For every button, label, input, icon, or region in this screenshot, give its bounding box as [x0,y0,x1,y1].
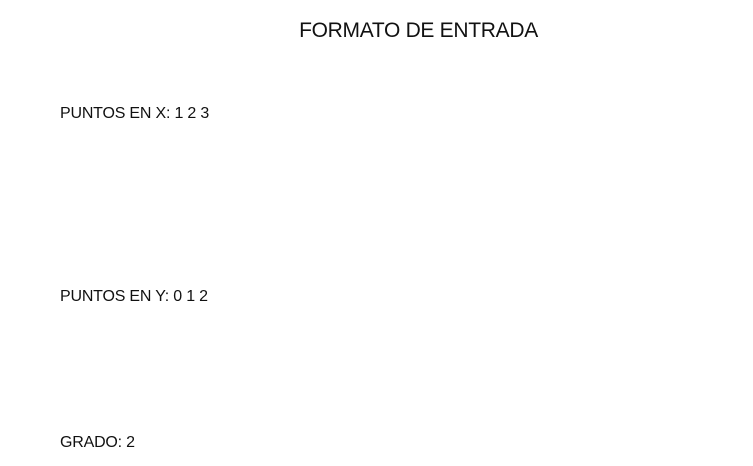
degree-line: GRADO: 2 [60,434,135,451]
page-title: FORMATO DE ENTRADA [299,19,538,42]
y-points-line: PUNTOS EN Y: 0 1 2 [60,288,208,305]
x-points-line: PUNTOS EN X: 1 2 3 [60,105,210,122]
document-page: FORMATO DE ENTRADA PUNTOS EN X: 1 2 3 PU… [0,0,753,466]
